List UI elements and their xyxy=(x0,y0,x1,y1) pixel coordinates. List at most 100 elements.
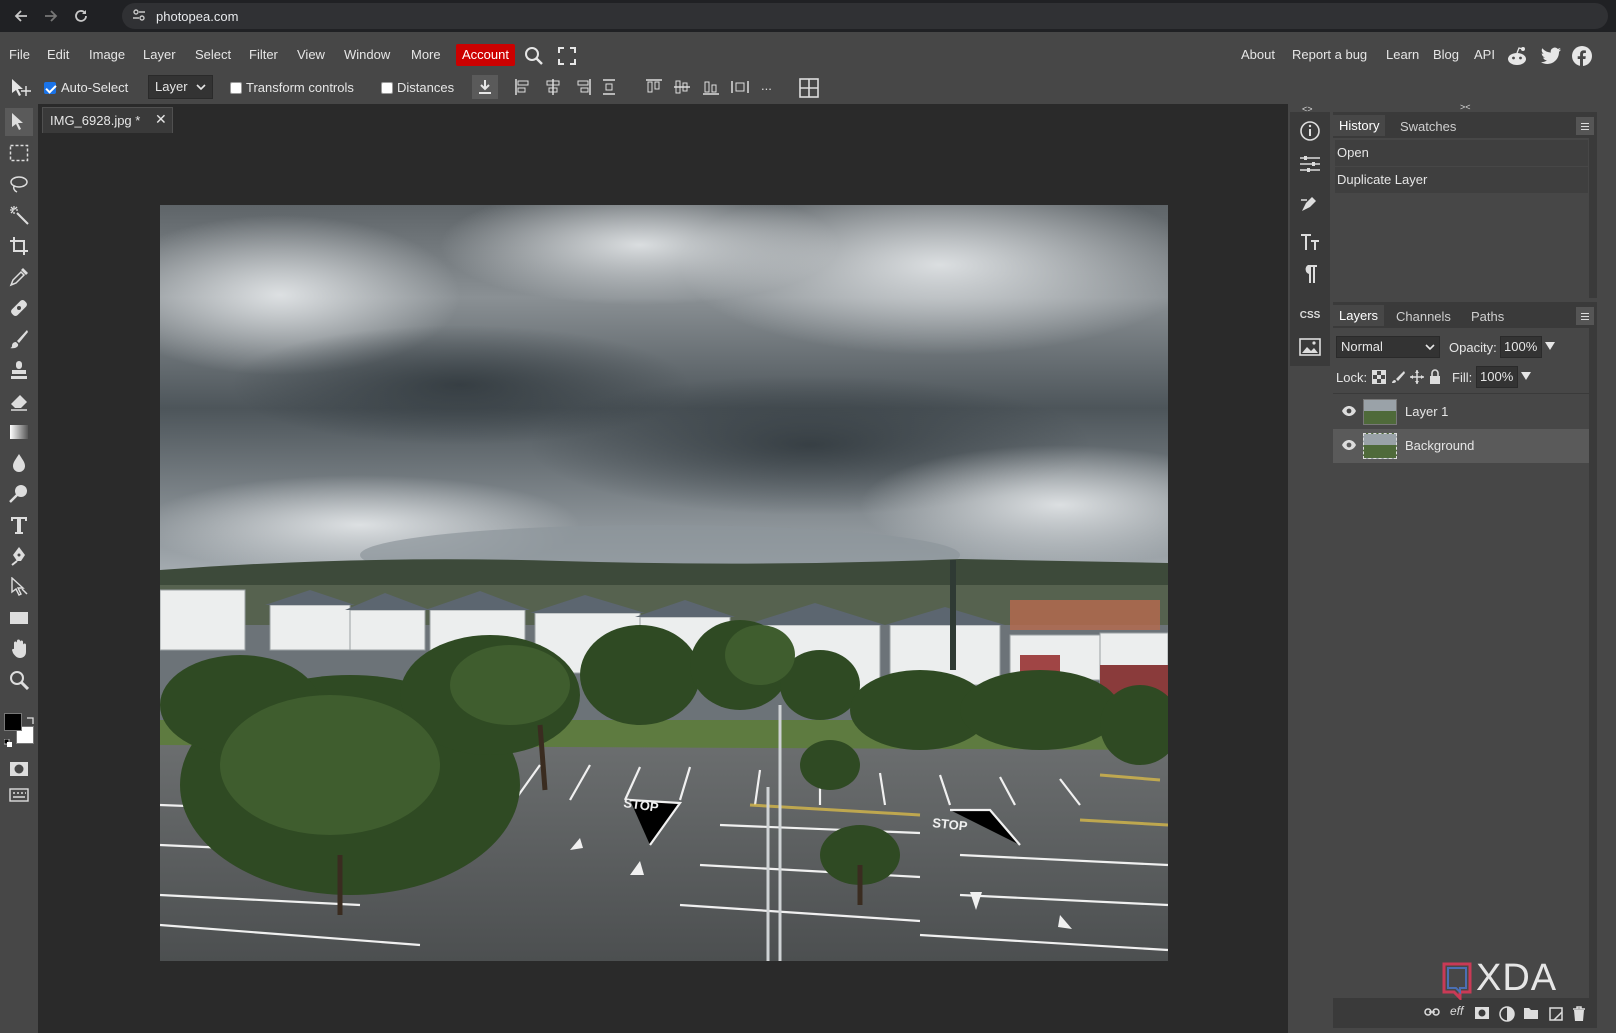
zoom-tool-icon[interactable] xyxy=(5,666,33,694)
fullscreen-icon[interactable] xyxy=(558,47,576,68)
healing-brush-icon[interactable] xyxy=(5,294,33,322)
site-settings-icon[interactable] xyxy=(132,8,146,25)
layer-row-layer-1[interactable]: Layer 1 xyxy=(1333,395,1589,429)
eyedropper-icon[interactable] xyxy=(5,263,33,291)
blend-mode-select[interactable]: Normal xyxy=(1336,336,1440,358)
lasso-tool-icon[interactable] xyxy=(5,170,33,198)
visibility-eye-icon[interactable] xyxy=(1341,439,1357,454)
align-middle-icon[interactable] xyxy=(673,78,691,99)
new-layer-icon[interactable] xyxy=(1548,1006,1564,1025)
path-select-icon[interactable] xyxy=(5,573,33,601)
brush-settings-icon[interactable] xyxy=(1297,190,1323,216)
menu-blog[interactable]: Blog xyxy=(1433,47,1459,62)
delete-layer-icon[interactable] xyxy=(1572,1006,1586,1025)
fill-input[interactable]: 100% xyxy=(1476,366,1518,388)
new-folder-icon[interactable] xyxy=(1523,1006,1539,1023)
character-icon[interactable] xyxy=(1297,229,1323,255)
menu-edit[interactable]: Edit xyxy=(47,47,69,62)
distances-checkbox[interactable] xyxy=(381,82,393,94)
adjustments-icon[interactable] xyxy=(1297,151,1323,177)
info-icon[interactable] xyxy=(1297,118,1323,144)
align-right-icon[interactable] xyxy=(574,78,592,99)
marquee-tool-icon[interactable] xyxy=(5,139,33,167)
layer-row-background[interactable]: Background xyxy=(1333,429,1589,463)
align-center-h-icon[interactable] xyxy=(544,78,562,99)
visibility-eye-icon[interactable] xyxy=(1341,405,1357,420)
keyboard-icon[interactable] xyxy=(5,781,33,809)
close-document-icon[interactable]: ✕ xyxy=(155,111,167,128)
tab-layers[interactable]: Layers xyxy=(1333,305,1385,326)
tab-channels[interactable]: Channels xyxy=(1396,309,1451,324)
color-swatches[interactable] xyxy=(3,713,38,747)
history-panel-menu-icon[interactable] xyxy=(1576,117,1594,135)
search-icon[interactable] xyxy=(524,46,544,69)
type-tool-icon[interactable] xyxy=(5,511,33,539)
layer-mask-icon[interactable] xyxy=(1474,1006,1490,1023)
gradient-tool-icon[interactable] xyxy=(5,418,33,446)
opacity-dropdown-icon[interactable] xyxy=(1545,339,1555,354)
menu-api[interactable]: API xyxy=(1474,47,1495,62)
default-colors-icon[interactable] xyxy=(3,735,12,747)
lock-position-icon[interactable] xyxy=(1410,370,1424,387)
link-layers-icon[interactable] xyxy=(1424,1006,1440,1021)
tab-history[interactable]: History xyxy=(1333,115,1386,136)
menu-about[interactable]: About xyxy=(1241,47,1275,62)
align-left-icon[interactable] xyxy=(514,78,532,99)
lock-transparency-icon[interactable] xyxy=(1372,370,1386,387)
clone-stamp-icon[interactable] xyxy=(5,356,33,384)
adjustment-layer-icon[interactable] xyxy=(1499,1006,1515,1025)
brush-tool-icon[interactable] xyxy=(5,325,33,353)
css-panel-button[interactable]: CSS xyxy=(1297,302,1323,328)
account-button[interactable]: Account xyxy=(456,44,515,66)
eraser-tool-icon[interactable] xyxy=(5,387,33,415)
move-tool-icon[interactable] xyxy=(5,108,33,136)
align-bottom-icon[interactable] xyxy=(702,78,720,99)
document-canvas[interactable]: STOP STOP xyxy=(160,205,1168,961)
tab-paths[interactable]: Paths xyxy=(1471,309,1504,324)
pen-tool-icon[interactable] xyxy=(5,542,33,570)
menu-select[interactable]: Select xyxy=(195,47,231,62)
image-icon[interactable] xyxy=(1297,334,1323,360)
hand-tool-icon[interactable] xyxy=(5,635,33,663)
layer-effects-icon[interactable]: eff xyxy=(1450,1004,1463,1018)
transform-controls-checkbox[interactable] xyxy=(230,82,242,94)
reddit-icon[interactable] xyxy=(1506,46,1528,69)
auto-select-target-select[interactable]: Layer xyxy=(148,75,213,99)
more-options-button[interactable]: ... xyxy=(761,78,772,93)
distribute-h-icon[interactable] xyxy=(602,78,616,99)
blur-tool-icon[interactable] xyxy=(5,449,33,477)
foreground-color-swatch[interactable] xyxy=(4,713,22,731)
menu-more[interactable]: More xyxy=(411,47,441,62)
layers-scrollbar[interactable] xyxy=(1590,395,1596,1000)
twitter-icon[interactable] xyxy=(1540,47,1562,68)
menu-layer[interactable]: Layer xyxy=(143,47,176,62)
forward-icon[interactable] xyxy=(36,1,66,31)
menu-view[interactable]: View xyxy=(297,47,325,62)
grid-icon[interactable] xyxy=(799,78,819,101)
facebook-icon[interactable] xyxy=(1572,46,1592,69)
collapse-panels-icon[interactable]: >< xyxy=(1460,102,1471,112)
rectangle-tool-icon[interactable] xyxy=(5,604,33,632)
history-item-open[interactable]: Open xyxy=(1335,140,1588,166)
menu-report-bug[interactable]: Report a bug xyxy=(1292,47,1367,62)
reload-icon[interactable] xyxy=(66,1,96,31)
swap-colors-icon[interactable] xyxy=(26,713,36,724)
tab-swatches[interactable]: Swatches xyxy=(1400,119,1456,134)
paragraph-icon[interactable] xyxy=(1297,261,1323,287)
crop-tool-icon[interactable] xyxy=(5,232,33,260)
history-scrollbar[interactable] xyxy=(1590,140,1596,296)
distribute-v-icon[interactable] xyxy=(730,78,750,99)
magic-wand-icon[interactable] xyxy=(5,201,33,229)
menu-image[interactable]: Image xyxy=(89,47,125,62)
download-icon[interactable] xyxy=(472,75,498,99)
layers-panel-menu-icon[interactable] xyxy=(1576,307,1594,325)
auto-select-checkbox[interactable] xyxy=(44,82,56,94)
dodge-tool-icon[interactable] xyxy=(5,480,33,508)
back-icon[interactable] xyxy=(6,1,36,31)
lock-pixels-icon[interactable] xyxy=(1391,370,1405,387)
quick-mask-icon[interactable] xyxy=(5,755,33,783)
align-top-icon[interactable] xyxy=(645,78,663,99)
menu-learn[interactable]: Learn xyxy=(1386,47,1419,62)
address-bar[interactable]: photopea.com xyxy=(122,3,1608,29)
fill-dropdown-icon[interactable] xyxy=(1521,369,1531,384)
